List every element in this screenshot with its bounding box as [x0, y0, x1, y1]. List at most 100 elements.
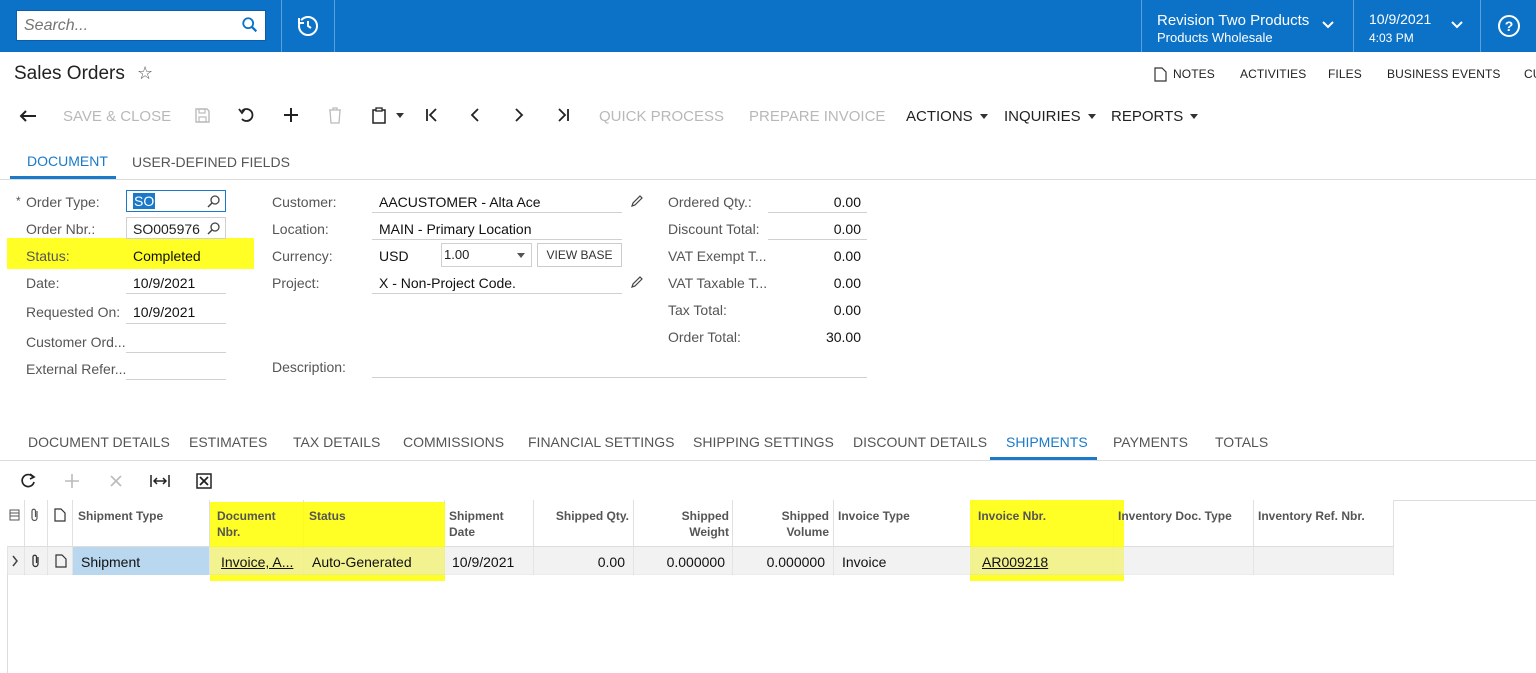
col-shipment-date-line1[interactable]: Shipment: [449, 508, 504, 524]
note-icon[interactable]: [55, 554, 67, 568]
activities-link[interactable]: ACTIVITIES: [1240, 67, 1306, 81]
col-invoice-nbr[interactable]: Invoice Nbr.: [978, 508, 1046, 524]
customer-order-label: Customer Ord...: [26, 334, 126, 350]
files-link[interactable]: FILES: [1328, 67, 1362, 81]
export-excel-icon[interactable]: [196, 473, 212, 489]
col-shipped-weight-line2[interactable]: Weight: [636, 524, 729, 540]
actions-label: ACTIONS: [906, 107, 973, 125]
help-button[interactable]: ?: [1481, 0, 1536, 52]
cell-shipped-volume[interactable]: 0.000000: [735, 554, 825, 570]
edit-pencil-icon[interactable]: [630, 275, 644, 289]
recent-history-button[interactable]: [282, 0, 334, 52]
quick-process-button[interactable]: QUICK PROCESS: [599, 106, 724, 126]
customer-value[interactable]: AACUSTOMER - Alta Ace: [379, 194, 541, 210]
next-record-icon[interactable]: [512, 108, 526, 122]
cell-shipment-date[interactable]: 10/9/2021: [452, 554, 514, 570]
clipboard-dropdown-icon[interactable]: [396, 113, 404, 118]
tab-shipments[interactable]: SHIPMENTS: [1006, 434, 1088, 450]
cell-invoice-type[interactable]: Invoice: [842, 554, 886, 570]
col-invoice-type[interactable]: Invoice Type: [838, 508, 910, 524]
tab-document[interactable]: DOCUMENT: [27, 153, 108, 169]
order-total-label: Order Total:: [668, 329, 741, 345]
col-status[interactable]: Status: [309, 508, 346, 524]
edit-pencil-icon[interactable]: [630, 194, 644, 208]
row-selector-icon[interactable]: [9, 509, 20, 521]
project-value[interactable]: X - Non-Project Code.: [379, 275, 516, 291]
tab-discount-details[interactable]: DISCOUNT DETAILS: [853, 434, 987, 450]
date-value[interactable]: 10/9/2021: [133, 275, 195, 291]
col-shipped-weight-line1[interactable]: Shipped: [636, 508, 729, 524]
add-row-icon[interactable]: [64, 473, 80, 489]
project-label: Project:: [272, 275, 320, 291]
business-date-selector[interactable]: 10/9/2021 4:03 PM: [1354, 0, 1480, 52]
company-selector[interactable]: Revision Two Products Products Wholesale: [1142, 0, 1353, 52]
col-document-nbr-line2[interactable]: Nbr.: [217, 524, 240, 540]
customer-order-field[interactable]: [126, 352, 226, 353]
view-base-button[interactable]: VIEW BASE: [537, 243, 622, 267]
clipboard-icon[interactable]: [371, 107, 387, 124]
tab-shipping-settings[interactable]: SHIPPING SETTINGS: [693, 434, 834, 450]
help-icon: ?: [1497, 15, 1520, 37]
refresh-icon[interactable]: [20, 472, 37, 489]
lookup-icon[interactable]: [207, 221, 221, 235]
tab-payments[interactable]: PAYMENTS: [1113, 434, 1188, 450]
delete-icon[interactable]: [328, 107, 342, 124]
cell-document-nbr-link[interactable]: Invoice, A...: [221, 554, 293, 570]
currency-rate-select[interactable]: 1.00: [441, 243, 532, 267]
location-value[interactable]: MAIN - Primary Location: [379, 221, 531, 237]
undo-icon[interactable]: [238, 107, 256, 124]
cell-invoice-nbr-link[interactable]: AR009218: [982, 554, 1048, 570]
reports-menu[interactable]: REPORTS: [1111, 106, 1199, 126]
actions-menu[interactable]: ACTIONS: [906, 106, 988, 126]
order-nbr-field[interactable]: SO005976: [126, 217, 226, 239]
col-shipment-type[interactable]: Shipment Type: [78, 508, 163, 524]
col-shipped-qty[interactable]: Shipped Qty.: [536, 508, 629, 524]
col-shipment-date-line2[interactable]: Date: [449, 524, 475, 540]
search-input[interactable]: [17, 11, 237, 40]
search-box[interactable]: [16, 10, 266, 41]
fit-columns-icon[interactable]: [150, 474, 170, 488]
cell-shipped-qty[interactable]: 0.00: [536, 554, 625, 570]
notes-link[interactable]: NOTES: [1173, 67, 1215, 81]
business-events-link[interactable]: BUSINESS EVENTS: [1387, 67, 1501, 81]
attachment-icon[interactable]: [30, 554, 42, 568]
caret-down-icon: [1087, 113, 1096, 119]
lookup-icon[interactable]: [207, 194, 221, 208]
tab-user-defined-fields[interactable]: USER-DEFINED FIELDS: [132, 154, 290, 170]
tab-totals[interactable]: TOTALS: [1215, 434, 1268, 450]
back-arrow-icon[interactable]: [18, 108, 38, 124]
col-shipped-volume-line1[interactable]: Shipped: [735, 508, 829, 524]
last-record-icon[interactable]: [555, 108, 571, 122]
save-icon[interactable]: [194, 107, 211, 124]
cell-status[interactable]: Auto-Generated: [312, 554, 412, 570]
save-close-button[interactable]: SAVE & CLOSE: [63, 106, 171, 126]
description-field[interactable]: [372, 377, 867, 378]
cell-shipment-type[interactable]: Shipment: [81, 554, 140, 570]
tab-estimates[interactable]: ESTIMATES: [189, 434, 267, 450]
cell-shipped-weight[interactable]: 0.000000: [636, 554, 725, 570]
tab-financial-settings[interactable]: FINANCIAL SETTINGS: [528, 434, 675, 450]
external-ref-field[interactable]: [126, 379, 226, 380]
customization-link[interactable]: CU: [1524, 67, 1536, 81]
inquiries-menu[interactable]: INQUIRIES: [1004, 106, 1096, 126]
add-icon[interactable]: [282, 106, 300, 124]
business-date: 10/9/2021: [1369, 11, 1432, 27]
col-document-nbr-line1[interactable]: Document: [217, 508, 276, 524]
note-icon: [54, 508, 66, 522]
col-inventory-doc-type[interactable]: Inventory Doc. Type: [1118, 508, 1232, 524]
tab-document-details[interactable]: DOCUMENT DETAILS: [28, 434, 170, 450]
order-type-field[interactable]: SO: [126, 190, 226, 212]
tab-commissions[interactable]: COMMISSIONS: [403, 434, 504, 450]
delete-row-icon[interactable]: [109, 474, 123, 488]
col-shipped-volume-line2[interactable]: Volume: [735, 524, 829, 540]
chevron-right-icon[interactable]: [11, 555, 19, 567]
requested-on-value[interactable]: 10/9/2021: [133, 304, 195, 320]
first-record-icon[interactable]: [424, 108, 440, 122]
tab-tax-details[interactable]: TAX DETAILS: [293, 434, 380, 450]
previous-record-icon[interactable]: [468, 108, 482, 122]
favorite-star-icon[interactable]: ☆: [137, 63, 153, 84]
col-inventory-ref-nbr[interactable]: Inventory Ref. Nbr.: [1258, 508, 1365, 524]
prepare-invoice-button[interactable]: PREPARE INVOICE: [749, 106, 885, 126]
search-icon[interactable]: [241, 16, 259, 34]
currency-value[interactable]: USD: [379, 248, 409, 264]
